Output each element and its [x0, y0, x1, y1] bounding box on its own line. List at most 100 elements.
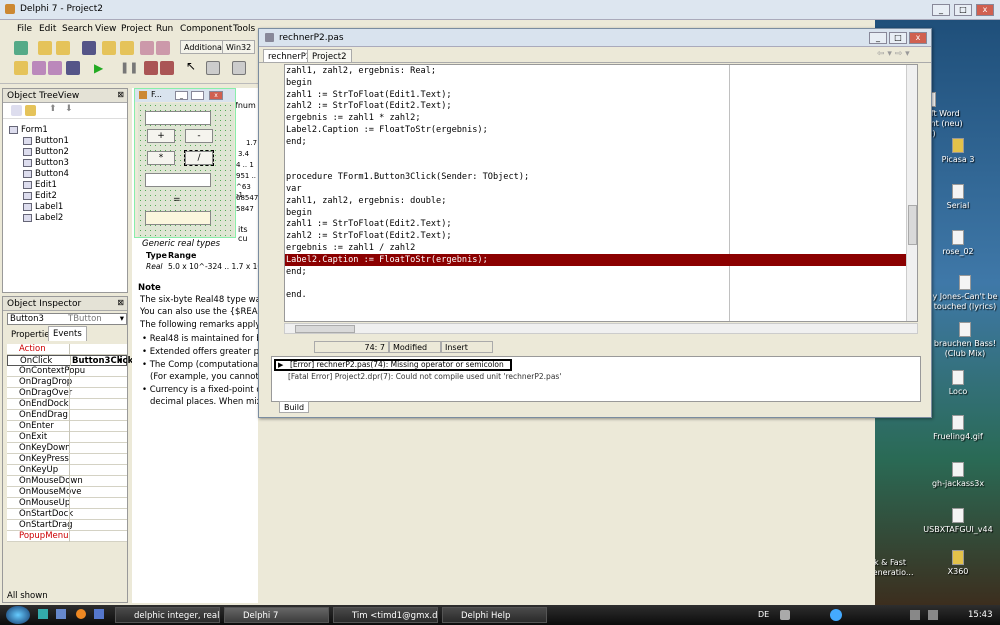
quicklaunch-icon[interactable]: [94, 609, 104, 619]
code-line[interactable]: zahl1 := StrToFloat(Edit2.Text);: [285, 218, 917, 230]
dropdown-arrow-icon[interactable]: ▾: [120, 314, 124, 324]
media-player-icon[interactable]: [830, 609, 842, 621]
up-arrow-icon[interactable]: ⬆: [49, 104, 57, 114]
toolbar-icon[interactable]: [14, 41, 28, 55]
new-item-icon[interactable]: [11, 105, 22, 116]
tab-events[interactable]: Events: [48, 326, 87, 341]
taskbar-item-delphi[interactable]: Delphi 7: [224, 607, 329, 623]
message-fatal-error[interactable]: [Fatal Error] Project2.dpr(7): Could not…: [288, 372, 561, 381]
menu-component[interactable]: Component: [180, 24, 232, 34]
event-row[interactable]: OnKeyDown: [7, 443, 127, 454]
trace-into-icon[interactable]: [144, 61, 158, 75]
event-row[interactable]: OnMouseUp: [7, 498, 127, 509]
code-line[interactable]: [285, 148, 917, 160]
back-arrow-icon[interactable]: ⇦ ▾ ⇨ ▾: [877, 49, 910, 59]
desktop-icon-club-mix[interactable]: brauchen Bass! (Club Mix): [930, 322, 1000, 359]
run-icon[interactable]: ▶: [94, 61, 103, 75]
editor-minimize-button[interactable]: _: [869, 32, 887, 44]
clock[interactable]: 15:43: [968, 610, 993, 620]
code-area[interactable]: zahl1, zahl2, ergebnis: Real; begin zahl1 …: [284, 64, 918, 322]
tree-item[interactable]: Button4: [23, 169, 69, 179]
save-icon[interactable]: [82, 41, 96, 55]
save-all-icon[interactable]: [102, 41, 116, 55]
language-indicator[interactable]: DE: [758, 610, 769, 619]
form-maximize-button[interactable]: [191, 91, 204, 100]
menu-view[interactable]: View: [95, 24, 116, 34]
code-line[interactable]: zahl2 := StrToFloat(Edit2.Text);: [285, 100, 917, 112]
code-line[interactable]: begin: [285, 77, 917, 89]
tree-item[interactable]: Label1: [23, 202, 63, 212]
code-line[interactable]: procedure TForm1.Button3Click(Sender: TO…: [285, 171, 917, 183]
event-row[interactable]: OnStartDrag: [7, 520, 127, 531]
taskbar-item-mail[interactable]: Tim <timd1@gmx.d...: [333, 607, 438, 623]
close-panel-icon[interactable]: ⊠: [117, 90, 124, 99]
palette-tab-win32[interactable]: Win32: [222, 40, 256, 54]
pause-icon[interactable]: ❚❚: [120, 61, 138, 74]
open-icon[interactable]: [56, 41, 70, 55]
minimize-button[interactable]: _: [932, 4, 950, 16]
tray-icon[interactable]: [780, 610, 790, 620]
event-row[interactable]: OnDragDrop: [7, 377, 127, 388]
desktop-icon-rose[interactable]: rose_02: [923, 230, 993, 257]
down-arrow-icon[interactable]: ⬇: [65, 104, 73, 114]
tree-item[interactable]: Button3: [23, 158, 69, 168]
form-close-button[interactable]: x: [209, 91, 223, 100]
event-row[interactable]: OnStartDock: [7, 509, 127, 520]
toggle-form-unit-icon[interactable]: [48, 61, 62, 75]
form-button-multiply[interactable]: *: [147, 151, 175, 165]
new-form-icon[interactable]: [66, 61, 80, 75]
volume-icon[interactable]: [928, 610, 938, 620]
form-minimize-button[interactable]: _: [175, 91, 188, 100]
desktop-icon-usbxtaf[interactable]: USBXTAFGUI_v44: [923, 508, 993, 535]
start-button[interactable]: [6, 606, 30, 624]
event-row[interactable]: OnMouseDown: [7, 476, 127, 487]
new-icon[interactable]: [38, 41, 52, 55]
event-row[interactable]: OnEndDrag: [7, 410, 127, 421]
message-error[interactable]: ▶ [Error] rechnerP2.pas(74): Missing oper…: [274, 359, 512, 371]
event-value[interactable]: Button3Click: [72, 356, 133, 366]
menu-run[interactable]: Run: [156, 24, 173, 34]
form-button-plus[interactable]: +: [147, 129, 175, 143]
tab-build[interactable]: Build: [279, 401, 310, 413]
tree-item[interactable]: Label2: [23, 213, 63, 223]
menu-file[interactable]: File: [17, 24, 32, 34]
desktop-icon-lyrics[interactable]: y Jones-Can't be touched (lyrics): [930, 275, 1000, 312]
desktop-icon-x360[interactable]: X360: [923, 550, 993, 577]
form-designer[interactable]: F... _ x + - * / =: [134, 88, 236, 238]
code-line[interactable]: zahl1, zahl2, ergebnis: Real;: [285, 65, 917, 77]
desktop-icon-jackass[interactable]: gh-jackass3x: [923, 462, 993, 489]
palette-tab-additional[interactable]: Additional: [180, 40, 229, 54]
tree-item[interactable]: Button2: [23, 147, 69, 157]
close-button[interactable]: x: [976, 4, 994, 16]
dropdown-arrow-icon[interactable]: ▾: [118, 356, 122, 366]
event-row[interactable]: OnDragOver: [7, 388, 127, 399]
code-line[interactable]: end;: [285, 266, 917, 278]
tree-item[interactable]: Button1: [23, 136, 69, 146]
menu-search[interactable]: Search: [62, 24, 93, 34]
remove-file-icon[interactable]: [156, 41, 170, 55]
horizontal-scrollbar[interactable]: [284, 323, 918, 334]
editor-close-button[interactable]: x: [909, 32, 927, 44]
component-icon-2[interactable]: [232, 61, 246, 75]
code-line[interactable]: Label2.Caption := FloatToStr(ergebnis);: [285, 124, 917, 136]
form-edit2[interactable]: [145, 173, 211, 187]
open-project-icon[interactable]: [120, 41, 134, 55]
network-icon[interactable]: [910, 610, 920, 620]
menu-tools[interactable]: Tools: [233, 24, 255, 34]
folder-icon[interactable]: [25, 105, 36, 116]
vertical-scrollbar[interactable]: [906, 65, 917, 321]
code-line[interactable]: end.: [285, 289, 917, 301]
event-row[interactable]: OnEndDock: [7, 399, 127, 410]
taskbar-item-firefox[interactable]: delphic integer, real, ...: [115, 607, 220, 623]
event-row[interactable]: OnKeyUp: [7, 465, 127, 476]
code-line[interactable]: zahl1 := StrToFloat(Edit1.Text);: [285, 89, 917, 101]
event-row[interactable]: OnClick Button3Click ▾: [7, 355, 133, 367]
taskbar-item-delphi-help[interactable]: Delphi Help: [442, 607, 547, 623]
desktop-icon-serial[interactable]: Serial: [923, 184, 993, 211]
form-edit1[interactable]: [145, 111, 211, 125]
scroll-thumb[interactable]: [295, 325, 355, 333]
code-line[interactable]: var: [285, 183, 917, 195]
firefox-icon[interactable]: [76, 609, 86, 619]
form-button-divide[interactable]: /: [184, 150, 214, 166]
code-line[interactable]: begin: [285, 207, 917, 219]
